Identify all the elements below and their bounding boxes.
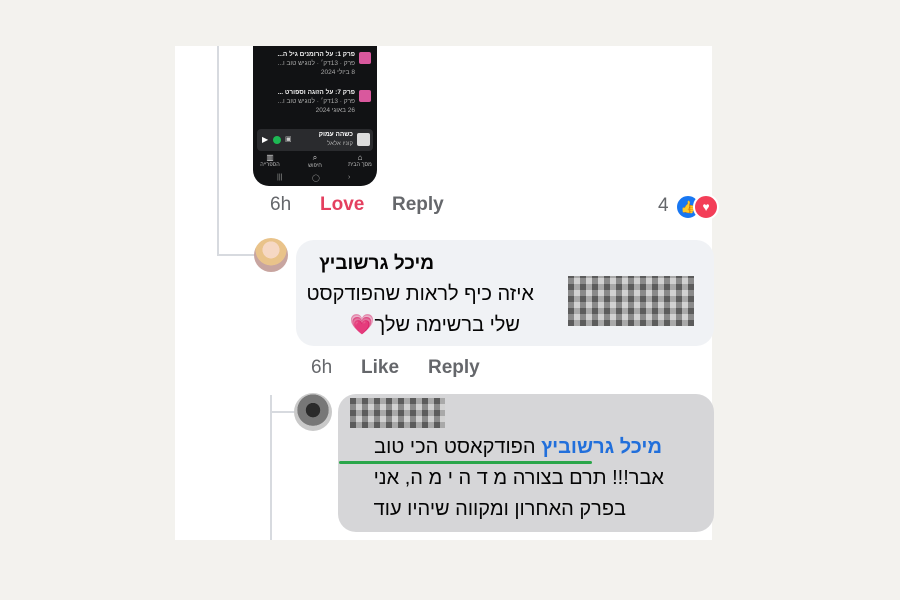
nav-library[interactable]: ▥ הספרייה — [255, 153, 285, 168]
comment-text: הפודקאסט הכי טוב — [374, 436, 542, 458]
mention-link[interactable]: מיכל גרשוביץ — [541, 436, 662, 458]
episode-date: 26 באוגי 2024 — [315, 107, 355, 114]
nav-label: חיפוש — [308, 163, 322, 169]
reply-button[interactable]: Reply — [392, 194, 444, 216]
home-button[interactable]: ◯ — [312, 174, 320, 182]
connected-dot-icon — [273, 136, 281, 144]
episode-thumbnail — [359, 90, 371, 102]
comment-text-line: בפרק האחרון ומקווה שיהיו עוד — [373, 498, 626, 520]
comment-timestamp: 6h — [311, 357, 333, 378]
reply-button[interactable]: Reply — [428, 357, 480, 379]
episode-meta: פרק · 13דק׳ · לנוגיש טוב ו... — [277, 60, 355, 67]
thread-line-sub — [270, 395, 272, 540]
library-icon: ▥ — [266, 153, 274, 162]
nav-search[interactable]: ⌕ חיפוש — [300, 153, 330, 169]
mini-player[interactable]: כשהה עמוק קוניו אלאל ▣ ▶ — [257, 129, 373, 151]
redacted-mention-block — [568, 276, 694, 326]
comment-author[interactable]: מיכל גרשוביץ — [319, 253, 434, 275]
player-subtitle: קוניו אלאל — [327, 141, 353, 147]
podcast-app-screenshot[interactable]: פרק 1: על הרומנים גיל ה... פרק · 13דק׳ ·… — [253, 46, 377, 186]
comment-text-line: שלי ברשימה שלך💗 — [349, 314, 520, 336]
device-icon[interactable]: ▣ — [285, 135, 292, 143]
love-reaction-icon: ♥ — [693, 194, 719, 220]
thread-line-branch — [219, 254, 255, 256]
episode-meta: פרק · 13דק׳ · לנוגיש טוב ו... — [277, 98, 355, 105]
episode-item[interactable]: פרק 1: על הרומנים גיל ה... פרק · 13דק׳ ·… — [261, 50, 371, 77]
nav-label: הספרייה — [260, 162, 280, 168]
nav-home[interactable]: ⌂ מסך הבית — [345, 153, 375, 168]
redacted-author-name — [350, 398, 445, 428]
recents-button[interactable]: ||| — [277, 174, 282, 181]
episode-thumbnail — [359, 52, 371, 64]
thread-line-main — [217, 46, 219, 256]
love-reaction-button[interactable]: Love — [320, 194, 364, 216]
comment-text-line: אבר!!! תרם בצורה מ ד ה י מ ה, אני — [373, 467, 664, 489]
avatar[interactable] — [254, 238, 288, 272]
comment-text-line: מיכל גרשוביץ הפודקאסט הכי טוב — [374, 436, 662, 459]
player-title: כשהה עמוק — [318, 131, 353, 138]
highlight-underline — [339, 461, 592, 464]
episode-title: פרק 7: על הזוגה וספורט ... — [277, 89, 355, 96]
thread-line-sub-branch — [272, 411, 296, 413]
post-timestamp: 6h — [270, 194, 292, 215]
episode-item[interactable]: פרק 7: על הזוגה וספורט ... פרק · 13דק׳ ·… — [261, 88, 371, 115]
player-thumbnail — [357, 133, 370, 146]
avatar[interactable] — [294, 393, 332, 431]
play-icon[interactable]: ▶ — [262, 135, 268, 144]
search-icon: ⌕ — [312, 153, 318, 162]
episode-date: 8 ביולי 2024 — [320, 69, 355, 76]
nav-label: מסך הבית — [348, 162, 372, 168]
back-button[interactable]: ‹ — [348, 174, 350, 181]
like-button[interactable]: Like — [361, 357, 399, 379]
comment-text-line: איזה כיף לראות שהפודקסט — [306, 283, 535, 305]
home-icon: ⌂ — [357, 153, 363, 162]
episode-title: פרק 1: על הרומנים גיל ה... — [277, 51, 355, 58]
reaction-count: 4 — [658, 195, 669, 216]
